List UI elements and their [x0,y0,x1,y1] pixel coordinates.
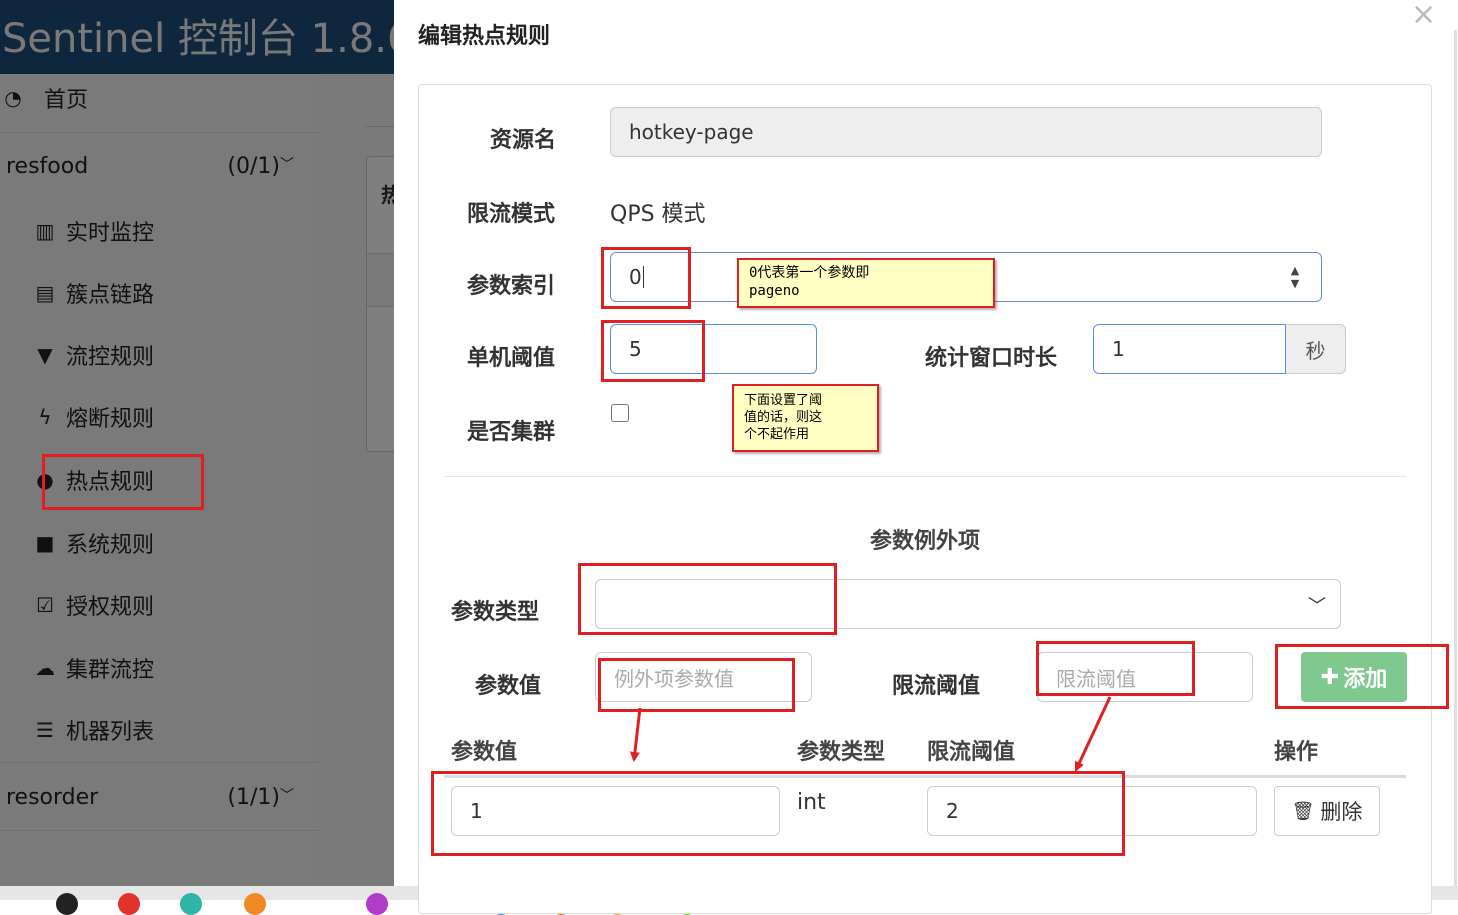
plus-icon: ✚ [1320,664,1340,690]
limit-mode-value: QPS 模式 [610,202,706,227]
taskbar-app-icon[interactable] [244,893,266,915]
param-type-label: 参数类型 [451,600,540,625]
annotation-note-param-index: 0代表第一个参数即 pageno [737,258,995,308]
chevron-down-icon: ﹀ [1308,596,1326,617]
table-header-action: 操作 [1274,740,1319,765]
form-divider [444,476,1406,477]
close-icon[interactable]: × [1411,0,1436,30]
table-header-param-value: 参数值 [451,740,518,765]
window-duration-label: 统计窗口时长 [925,346,1058,371]
cluster-label: 是否集群 [467,420,556,445]
taskbar-app-icon[interactable] [180,893,202,915]
taskbar-app-icon[interactable] [118,893,140,915]
threshold-input[interactable]: 5 [610,324,817,374]
limit-threshold-input[interactable]: 限流阈值 [1037,652,1253,702]
dialog-title: 编辑热点规则 [418,24,551,49]
limit-threshold-label: 限流阈值 [892,674,981,699]
annotation-note-cluster: 下面设置了阈 值的话，则这 个不起作用 [732,384,879,452]
taskbar-app-icon[interactable] [366,893,388,915]
param-value-label: 参数值 [475,674,542,699]
window-unit-addon: 秒 [1286,324,1346,374]
exceptions-title: 参数例外项 [869,529,980,554]
resource-name-label: 资源名 [490,128,557,153]
param-index-label: 参数索引 [467,274,556,299]
add-exception-button[interactable]: ✚ 添加 [1301,652,1407,702]
row-param-type: int [797,790,826,815]
table-header-limit: 限流阈值 [927,740,1016,765]
number-stepper-icon[interactable]: ▲ ▼ [1287,264,1303,290]
table-header-divider [444,775,1406,778]
cluster-checkbox[interactable] [611,404,629,422]
threshold-label: 单机阈值 [467,346,556,371]
taskbar-app-icon[interactable] [56,893,78,915]
row-limit-input[interactable]: 2 [927,786,1257,836]
window-duration-input[interactable]: 1 [1093,324,1286,374]
row-param-value-input[interactable]: 1 [451,786,780,836]
table-header-param-type: 参数类型 [797,740,886,765]
param-value-input[interactable]: 例外项参数值 [595,652,812,702]
resource-name-field: hotkey-page [610,107,1322,157]
trash-icon: 🗑 [1291,800,1315,822]
delete-row-button[interactable]: 🗑 删除 [1274,786,1380,836]
text-cursor [642,266,644,288]
limit-mode-label: 限流模式 [467,202,556,227]
param-type-select[interactable]: ﹀ [595,579,1341,629]
modal-backdrop[interactable] [0,0,394,886]
scrollbar[interactable] [1454,30,1457,886]
